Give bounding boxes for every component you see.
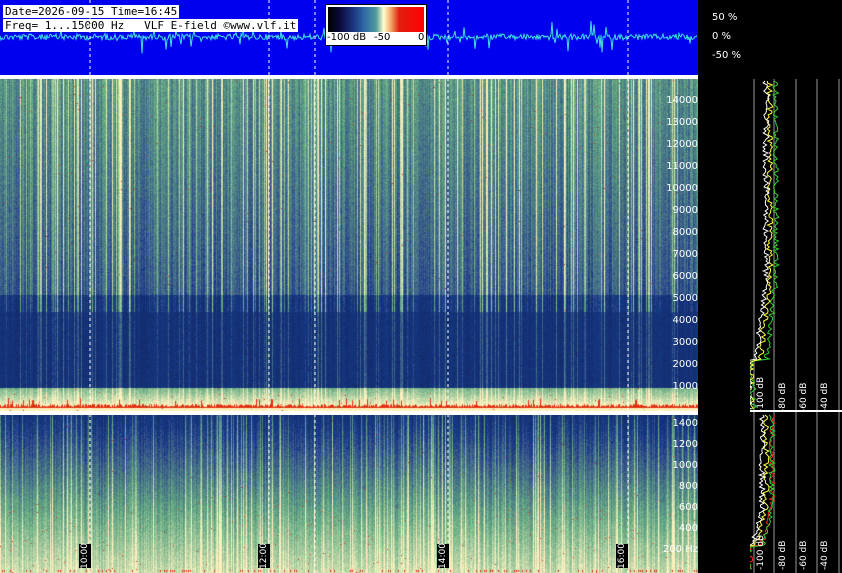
upper-freq-label: 7000 [672, 249, 698, 260]
waveform-label-0: 0 % [712, 31, 732, 42]
spectrum-db-label-lower: -60 dB [799, 540, 809, 570]
upper-freq-label: 11000 [666, 161, 698, 172]
lower-spectrogram [0, 415, 698, 573]
spectrum-db-label-lower: -40 dB [820, 540, 830, 570]
spectrum-db-label-upper: -60 dB [799, 382, 809, 412]
date-time-label: Date=2026-09-15 Time=16:45 [3, 5, 180, 18]
waveform-label-minus50: -50 % [712, 50, 742, 61]
spectrum-db-label-upper: -80 dB [778, 382, 788, 412]
lower-freq-label: 800 [678, 481, 698, 492]
colorbar-label-max: 0 [418, 32, 425, 43]
upper-freq-label: 1000 [672, 381, 698, 392]
spectrum-db-label-lower: -80 dB [778, 540, 788, 570]
colorbar-gradient [328, 7, 424, 32]
upper-spectrogram [0, 79, 698, 411]
colorbar-label-mid: -50 [374, 32, 391, 43]
upper-freq-label: 5000 [672, 293, 698, 304]
time-label-12: 12:00 [258, 543, 270, 569]
upper-freq-label: 8000 [672, 227, 698, 238]
vlf-spectrogram-display: Date=2026-09-15 Time=16:45 Freq= 1...150… [0, 0, 842, 573]
upper-freq-label: 14000 [666, 95, 698, 106]
upper-freq-label: 6000 [672, 271, 698, 282]
upper-freq-label: 4000 [672, 315, 698, 326]
time-label-10: 10:00 [79, 543, 91, 569]
spectrum-db-label-lower: -100 dB [756, 534, 766, 570]
frequency-info-label: Freq= 1...15000 Hz VLF E-field ©www.vlf.… [3, 19, 299, 32]
colorbar-label-min: -100 dB [327, 32, 367, 43]
upper-freq-label: 9000 [672, 205, 698, 216]
colorbar: -100 dB -50 0 [325, 4, 427, 46]
upper-freq-label: 12000 [666, 139, 698, 150]
lower-freq-label: 1200 [672, 439, 698, 450]
upper-freq-label: 3000 [672, 337, 698, 348]
spectrum-panel [750, 79, 842, 573]
lower-freq-label: 600 [678, 502, 698, 513]
lower-freq-label: 1400 [672, 418, 698, 429]
spectrum-db-label-upper: -100 dB [756, 376, 766, 412]
lower-freq-label: 400 [678, 523, 698, 534]
spectrum-db-label-upper: -40 dB [820, 382, 830, 412]
waveform-label-50: 50 % [712, 12, 738, 23]
lower-freq-label: 1000 [672, 460, 698, 471]
time-label-16: 16:00 [616, 543, 628, 569]
upper-freq-label: 10000 [666, 183, 698, 194]
upper-freq-label: 13000 [666, 117, 698, 128]
time-label-14: 14:00 [437, 543, 449, 569]
lower-freq-label: 200 Hz [662, 544, 698, 555]
upper-freq-label: 2000 [672, 359, 698, 370]
